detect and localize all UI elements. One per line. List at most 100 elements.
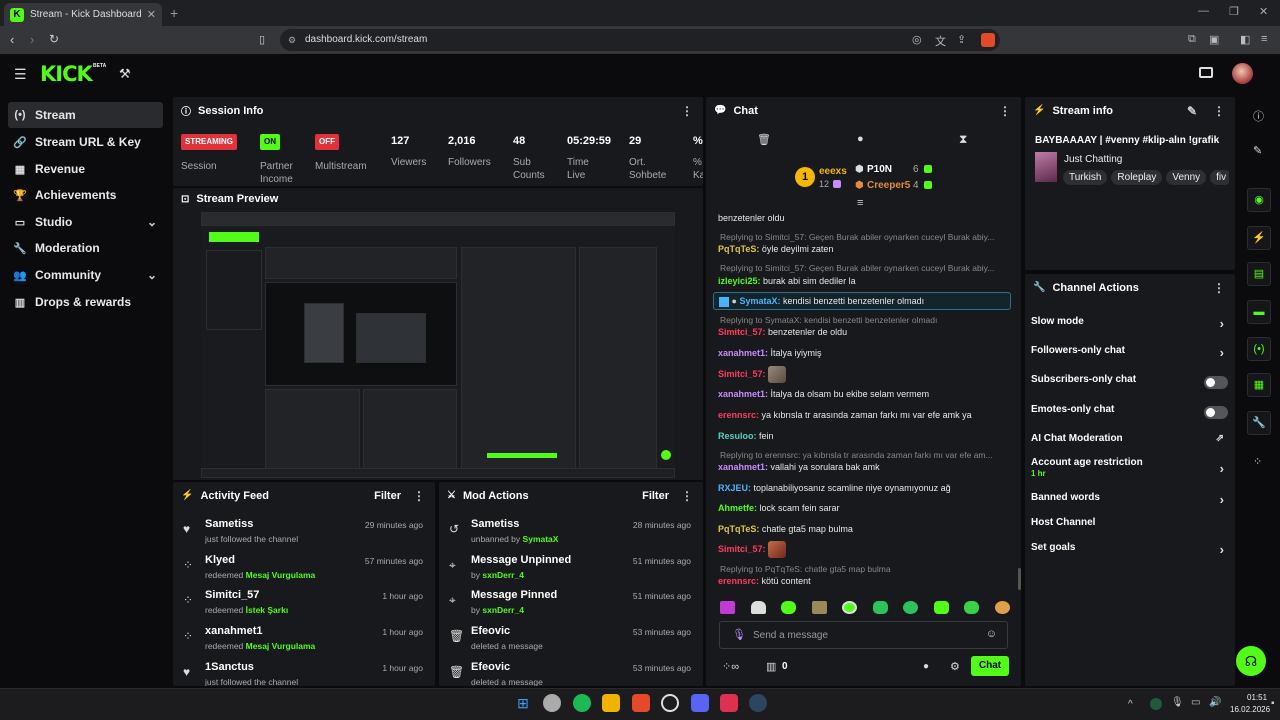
microphone-icon[interactable]: 🎙 xyxy=(1171,697,1184,708)
tag[interactable]: Turkish xyxy=(1063,170,1108,185)
activity-user[interactable]: Klyed xyxy=(205,554,235,566)
category-name[interactable]: Just Chatting xyxy=(1064,154,1122,165)
minimize-icon[interactable]: — xyxy=(1198,5,1209,17)
sidebar-item-community[interactable]: 👥 Community ⌄ xyxy=(8,262,163,288)
emotes-only-toggle[interactable] xyxy=(1204,406,1228,419)
chevron-up-icon[interactable]: ^ xyxy=(1128,699,1133,710)
steam-icon[interactable] xyxy=(749,694,767,712)
mod-target[interactable]: Message Unpinned xyxy=(471,554,571,566)
tag[interactable]: Venny xyxy=(1166,170,1207,185)
stream-preview-video[interactable] xyxy=(201,212,675,478)
filter-button[interactable]: Filter xyxy=(374,490,401,502)
tag[interactable]: fiv xyxy=(1210,170,1229,185)
sidebar-item-achievements[interactable]: 🏆 Achievements xyxy=(8,182,163,208)
chat-input[interactable]: 🎙 Send a message ☺ xyxy=(719,621,1008,649)
mod-target[interactable]: Sametiss xyxy=(471,518,519,530)
emoji-picker-icon[interactable]: ☺ xyxy=(986,628,997,640)
sidebar-toggle-icon[interactable]: ◧ xyxy=(1240,33,1250,46)
app-icon[interactable] xyxy=(720,694,738,712)
layout-icon[interactable]: ▦ xyxy=(1247,373,1271,397)
emote-icon[interactable] xyxy=(811,601,827,614)
top-gifter-name[interactable]: eeexs xyxy=(819,166,847,177)
activity-user[interactable]: xanahmet1 xyxy=(205,625,262,637)
set-goals-action[interactable]: Set goals › xyxy=(1031,542,1228,560)
no-tracking-icon[interactable]: ◎ xyxy=(912,33,922,46)
broadcast-icon[interactable]: (•) xyxy=(1247,337,1271,361)
close-window-icon[interactable]: ✕ xyxy=(1259,5,1268,18)
gift-box-icon[interactable]: ▥ xyxy=(766,660,776,673)
site-info-icon[interactable]: ⚙ xyxy=(288,29,296,51)
send-chat-button[interactable]: Chat xyxy=(971,656,1009,676)
kick-logo[interactable]: KICK xyxy=(40,62,93,86)
mod-target[interactable]: Efeovic xyxy=(471,661,510,673)
collapse-icon[interactable]: ≡ xyxy=(857,197,863,209)
more-options-icon[interactable]: ⋮ xyxy=(1213,281,1225,295)
bookmark-icon[interactable]: ▯ xyxy=(259,33,265,46)
extensions-icon[interactable]: ⧉ xyxy=(1188,33,1196,46)
emote-icon[interactable] xyxy=(750,601,766,614)
wrench-icon[interactable]: 🔧 xyxy=(1247,411,1271,435)
browser-tab[interactable]: K Stream - Kick Dashboard ✕ xyxy=(4,3,162,26)
activity-user[interactable]: Sametiss xyxy=(205,518,253,530)
sidebar-item-drops-rewards[interactable]: ▥ Drops & rewards xyxy=(8,289,163,315)
points-icon[interactable]: ⁘∞ xyxy=(722,660,739,673)
mod-target[interactable]: Efeovic xyxy=(471,625,510,637)
account-age-action[interactable]: Account age restriction 1 hr › xyxy=(1031,457,1228,481)
filter-button[interactable]: Filter xyxy=(642,490,669,502)
emote-icon[interactable] xyxy=(842,601,858,614)
brave-shield-icon[interactable] xyxy=(981,33,995,47)
sidebar-item-revenue[interactable]: ▦ Revenue xyxy=(8,156,163,182)
sidebar-item-stream-url-key[interactable]: 🔗 Stream URL & Key xyxy=(8,129,163,155)
emote-icon[interactable] xyxy=(720,601,735,614)
activity-user[interactable]: 1Sanctus xyxy=(205,661,254,673)
multistream-badge[interactable]: OFF xyxy=(315,134,339,150)
more-options-icon[interactable]: ⋮ xyxy=(681,104,693,118)
points-icon[interactable]: ⁘ xyxy=(1253,455,1262,468)
chat-scrollbar[interactable] xyxy=(1018,568,1021,590)
host-channel-action[interactable]: Host Channel xyxy=(1031,517,1228,535)
url-input[interactable]: ⚙ dashboard.kick.com/stream xyxy=(280,29,1000,51)
leader-name[interactable]: Creeper5 xyxy=(867,180,910,191)
emote-icon[interactable] xyxy=(933,601,949,614)
emote-icon[interactable] xyxy=(964,601,980,614)
new-tab-icon[interactable]: + xyxy=(170,5,178,21)
obs-icon[interactable] xyxy=(661,694,679,712)
chat-options-icon[interactable]: ● xyxy=(923,661,929,672)
avatar[interactable] xyxy=(1232,63,1253,84)
brave-browser-icon[interactable] xyxy=(632,694,650,712)
tray-icon[interactable] xyxy=(1150,698,1162,710)
microphone-icon[interactable]: 🎙 xyxy=(732,628,746,641)
slow-mode-action[interactable]: Slow mode › xyxy=(1031,316,1228,334)
chat-bubble-icon[interactable]: ▬ xyxy=(1247,300,1271,324)
more-options-icon[interactable]: ⋮ xyxy=(1213,104,1225,118)
subscribers-only-toggle[interactable] xyxy=(1204,376,1228,389)
tools-icon[interactable]: ⚒ xyxy=(119,66,131,82)
windows-start-icon[interactable]: ⊞ xyxy=(514,694,532,712)
translate-icon[interactable]: 文 xyxy=(935,33,946,49)
creator-mode-icon[interactable] xyxy=(1199,67,1213,78)
forward-icon[interactable]: › xyxy=(30,32,34,47)
activity-user[interactable]: Simitci_57 xyxy=(205,589,259,601)
partner-income-badge[interactable]: ON xyxy=(260,134,280,150)
leader-name[interactable]: P10N xyxy=(867,164,892,175)
chevron-down-icon[interactable]: ⌄ xyxy=(147,268,157,282)
ai-chat-moderation-action[interactable]: AI Chat Moderation ⇗ xyxy=(1031,433,1228,451)
hourglass-icon[interactable]: ⧗ xyxy=(959,132,967,147)
obs-scene-icon[interactable]: ◉ xyxy=(1247,188,1271,212)
network-icon[interactable]: ▭ xyxy=(1191,697,1200,708)
spotify-icon[interactable] xyxy=(573,694,591,712)
info-icon[interactable]: ⓘ xyxy=(1253,108,1264,124)
mod-target[interactable]: Message Pinned xyxy=(471,589,557,601)
reload-icon[interactable]: ↻ xyxy=(49,32,59,46)
more-options-icon[interactable]: ⋮ xyxy=(681,489,693,503)
maximize-icon[interactable]: ❐ xyxy=(1229,5,1239,18)
bolt-icon[interactable]: ⚡ xyxy=(1247,226,1271,250)
banned-words-action[interactable]: Banned words › xyxy=(1031,492,1228,510)
chevron-down-icon[interactable]: ⌄ xyxy=(147,215,157,229)
share-icon[interactable]: ⇪ xyxy=(957,33,966,46)
sidebar-item-moderation[interactable]: 🔧 Moderation xyxy=(8,235,163,261)
trash-icon[interactable]: 🗑 xyxy=(757,133,771,146)
followers-only-action[interactable]: Followers-only chat › xyxy=(1031,345,1228,363)
sidebar-item-stream[interactable]: (•) Stream xyxy=(8,102,163,128)
app-icon[interactable] xyxy=(543,694,561,712)
